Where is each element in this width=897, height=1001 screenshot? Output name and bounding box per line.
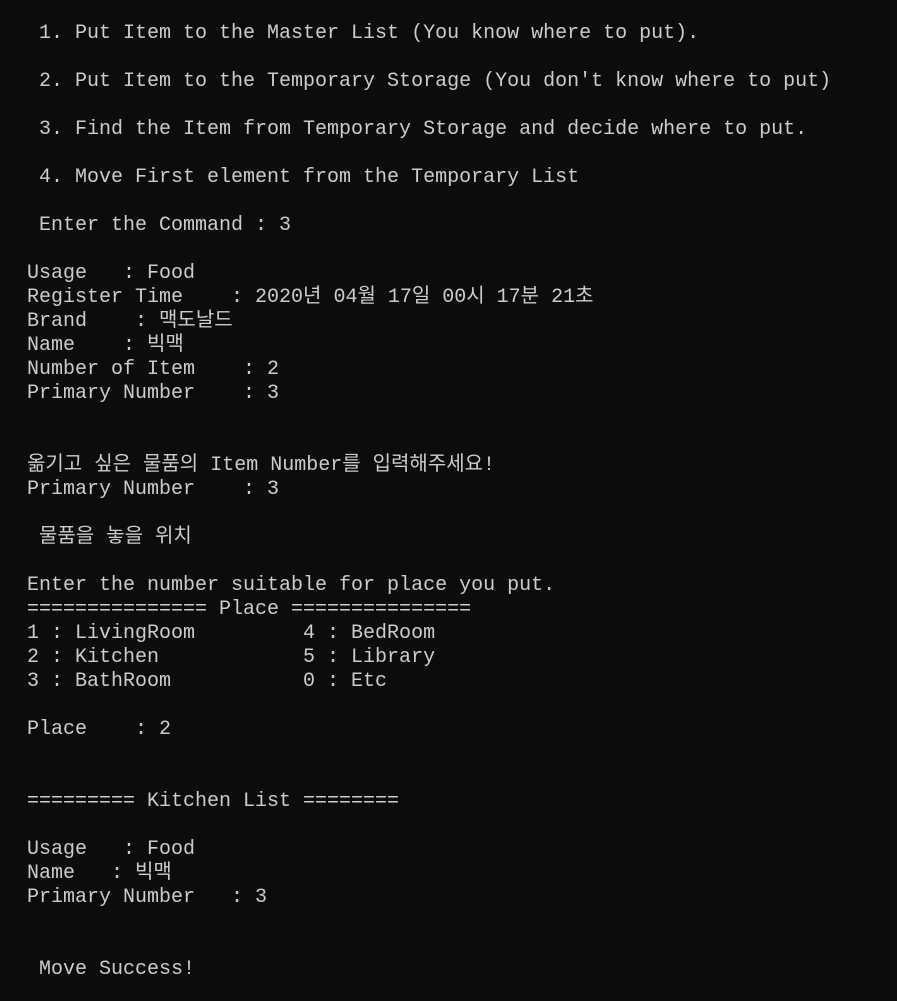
menu-option-4: 4. Move First element from the Temporary…: [27, 166, 580, 189]
kitchen-item-primary-number: Primary Number : 3: [27, 886, 268, 909]
kitchen-list-header: ========= Kitchen List ========: [27, 790, 400, 813]
item-usage: Usage : Food: [27, 262, 196, 285]
place-input: Place : 2: [27, 718, 172, 741]
menu-option-1: 1. Put Item to the Master List (You know…: [27, 22, 700, 45]
move-primary-number: Primary Number : 3: [27, 478, 280, 501]
place-instruction: Enter the number suitable for place you …: [27, 574, 556, 597]
place-heading: 물품을 놓을 위치: [27, 526, 192, 549]
move-prompt: 옮기고 싶은 물품의 Item Number를 입력해주세요!: [27, 454, 496, 477]
place-row: 3 : BathRoom 0 : Etc: [27, 670, 388, 693]
place-row: 2 : Kitchen 5 : Library: [27, 646, 436, 669]
command-prompt: Enter the Command : 3: [27, 214, 292, 237]
item-brand: Brand : 맥도날드: [27, 310, 233, 333]
menu-option-3: 3. Find the Item from Temporary Storage …: [27, 118, 808, 141]
item-name: Name : 빅맥: [27, 334, 184, 357]
place-header: =============== Place ===============: [27, 598, 472, 621]
result-message: Move Success!: [27, 958, 196, 981]
kitchen-item-usage: Usage : Food: [27, 838, 196, 861]
place-row: 1 : LivingRoom 4 : BedRoom: [27, 622, 436, 645]
item-register-time: Register Time : 2020년 04월 17일 00시 17분 21…: [27, 286, 594, 309]
kitchen-item-name: Name : 빅맥: [27, 862, 172, 885]
menu-option-2: 2. Put Item to the Temporary Storage (Yo…: [27, 70, 832, 93]
item-primary-number: Primary Number : 3: [27, 382, 280, 405]
item-number-of-item: Number of Item : 2: [27, 358, 280, 381]
console-window: 1. Put Item to the Master List (You know…: [0, 0, 897, 982]
